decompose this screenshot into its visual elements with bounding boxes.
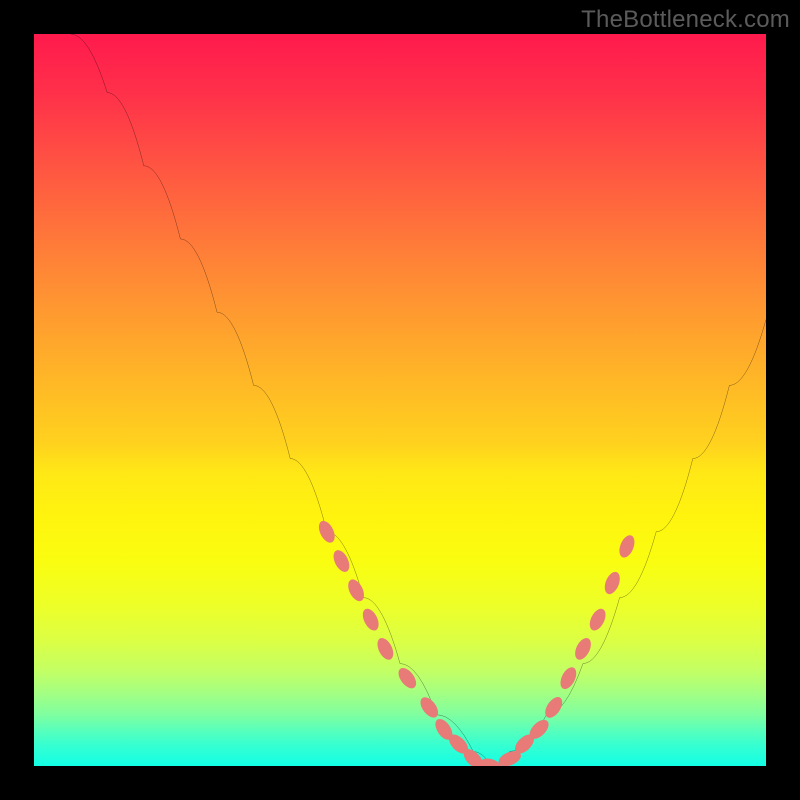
marker-point [330,548,352,575]
marker-point [572,635,594,662]
marker-point [557,665,579,692]
chart-frame: TheBottleneck.com [0,0,800,800]
marker-point [602,570,623,597]
marker-point [616,533,637,560]
marker-point [417,694,442,721]
marker-point [395,665,420,692]
marker-point [374,635,396,662]
plot-area [34,34,766,766]
marker-point [587,606,609,633]
highlighted-points [316,518,638,766]
marker-point [360,606,382,633]
curve-layer [34,34,766,766]
marker-point [316,518,338,545]
marker-point [345,577,367,604]
watermark-text: TheBottleneck.com [581,6,790,34]
bottleneck-curve [71,34,766,766]
